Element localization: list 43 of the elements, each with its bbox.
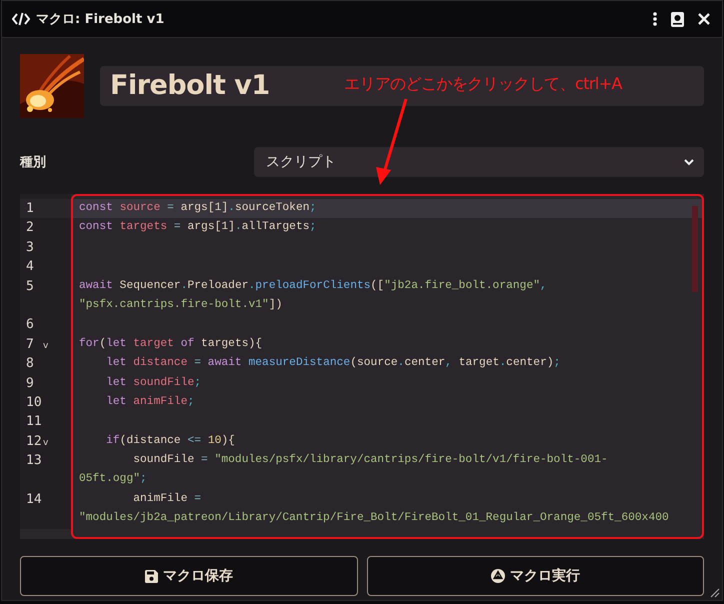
line-number: 8 [26, 357, 34, 372]
line-number: 6 [26, 318, 34, 332]
chevron-down-icon [684, 158, 694, 166]
type-label: 種別 [20, 154, 47, 171]
code-line: "modules/jb2a_patreon/Library/Cantrip/Fire_Bolt/FireBolt_01_Regular_Orange_05ft_600x400 [79, 510, 669, 526]
code-line: if(distance <= 10){ [105, 434, 235, 449]
code-line: "psfx.cantrips.fire-bolt.v1"]) [79, 298, 282, 313]
book-icon[interactable] [671, 12, 684, 26]
code-line: let soundFile; [105, 376, 202, 391]
code-line: let animFile; [105, 394, 194, 410]
line-number: 14 [26, 492, 42, 507]
line-number: 3 [26, 240, 34, 255]
code-line: soundFile = "modules/psfx/library/cantrips/fire-bolt/v1/fire-bolt-001- [132, 452, 608, 468]
more-options-icon[interactable] [653, 12, 657, 26]
line-number: 10 [26, 396, 42, 410]
type-dropdown[interactable]: スクリプト [254, 147, 704, 177]
line-number: 2 [26, 221, 34, 236]
code-line: for(let target of targets){ [79, 336, 262, 352]
line-number: 1 [26, 202, 34, 216]
close-icon[interactable] [698, 13, 710, 25]
line-number: 7 [26, 338, 34, 352]
line-number: 4 [26, 260, 34, 274]
dice-icon [490, 569, 505, 583]
annotation-text: エリアのどこかをクリックして、ctrl+A [344, 74, 622, 95]
scrollbar[interactable] [692, 206, 698, 292]
code-line: const source = args[1].sourceToken; [79, 200, 316, 216]
window-title: マクロ: Firebolt v1 [36, 11, 166, 28]
line-number: 5 [26, 280, 34, 294]
line-number: 11 [26, 415, 42, 430]
code-line: await Sequencer.Preloader.preloadForClients(["jb2a.fire_bolt.orange", [79, 278, 547, 294]
line-number: 13 [26, 454, 42, 468]
resize-handle-icon[interactable] [710, 588, 720, 598]
code-line: animFile = [132, 492, 202, 507]
code-icon [12, 12, 30, 26]
fold-marker[interactable]: v [43, 340, 48, 351]
execute-macro-button[interactable]: マクロ実行 [366, 556, 704, 596]
line-number: 9 [26, 376, 34, 391]
code-line: const targets = args[1].allTargets; [79, 220, 316, 236]
line-number: 12 [26, 434, 42, 449]
fold-marker[interactable]: v [43, 438, 48, 448]
save-macro-button[interactable]: マクロ保存 [20, 556, 358, 596]
code-line: 05ft.ogg"; [79, 472, 147, 488]
code-line: let distance = await measureDistance(source.center, target.center); [105, 356, 560, 372]
